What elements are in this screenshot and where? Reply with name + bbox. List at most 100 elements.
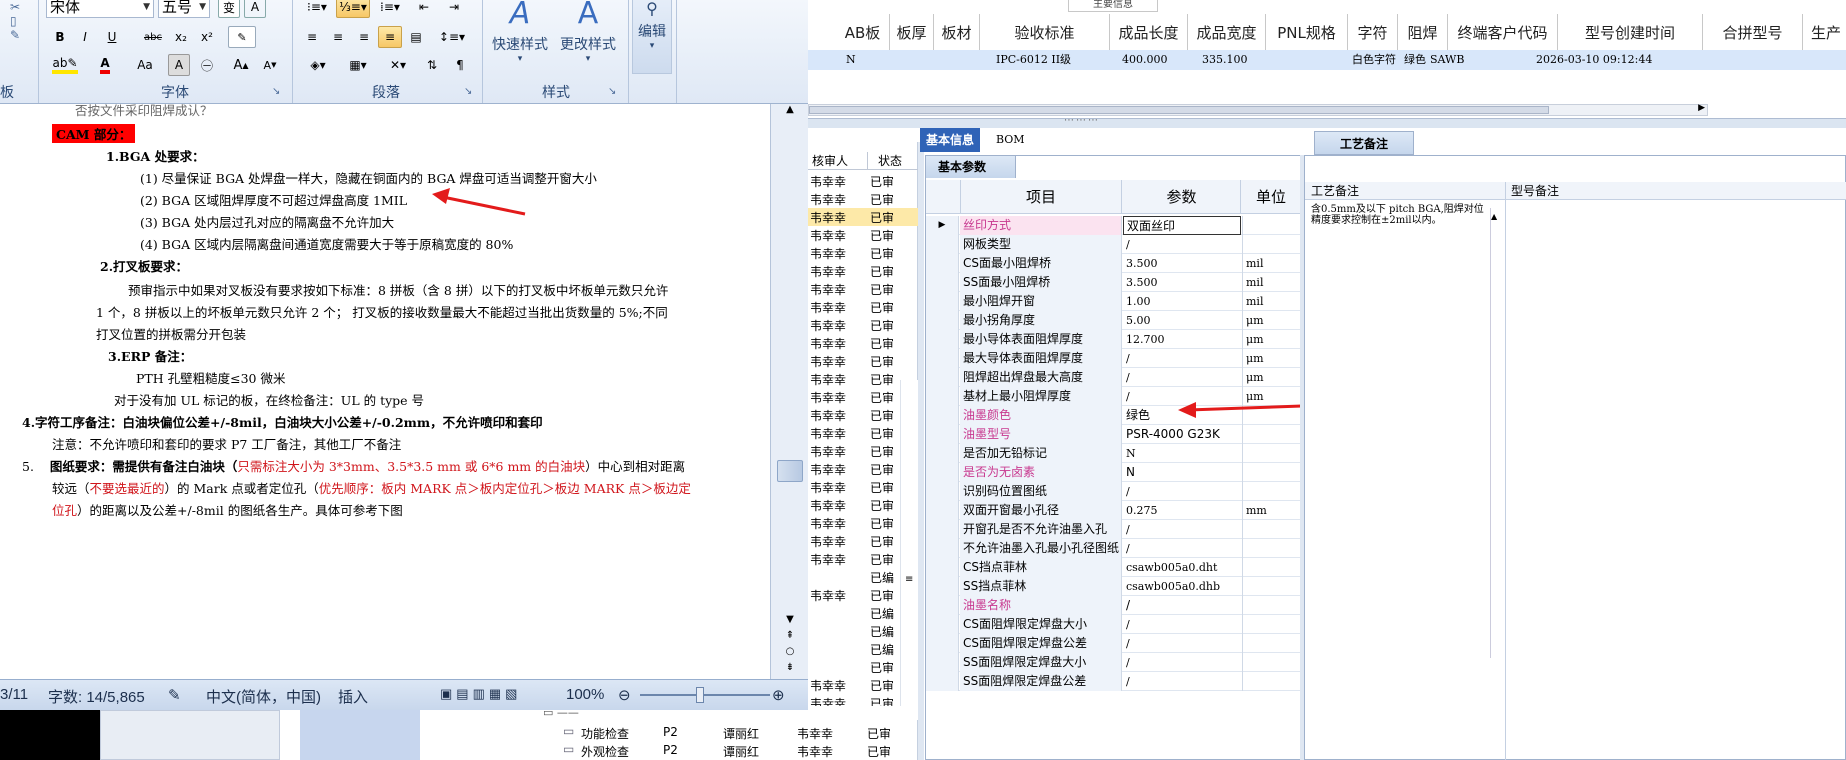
param-value[interactable]: / [1123,596,1241,615]
param-row[interactable]: ▶ 丝印方式 双面丝印 [926,216,1302,235]
splitter[interactable] [918,142,924,760]
multilevel-list-icon[interactable]: ⁞≡▾ [372,0,408,18]
document-page[interactable]: 否按文件采印阻焊成认？ CAM 部分： 1.BGA 处要求： (1) 尽量保证 … [0,104,770,679]
col-status[interactable]: 状态 [868,152,918,170]
font-color-button[interactable]: A [90,54,120,76]
col-mask[interactable]: 阻焊 [1398,14,1448,50]
param-row[interactable]: 双面开窗最小孔径 0.275 mm [926,501,1302,520]
word-count[interactable]: 字数: 14/5,865 [48,686,145,707]
param-row[interactable]: 不允许油墨入孔最小孔径图纸 / [926,539,1302,558]
list-item[interactable]: 韦幸幸 已审 [808,280,918,298]
align-center-icon[interactable]: ≡ [326,26,350,48]
font-name-combo[interactable]: 宋体 ▼ [46,0,154,18]
param-row[interactable]: SS挡点菲林 csawb005a0.dhb [926,577,1302,596]
page-count[interactable]: 3/11 [0,686,28,703]
list-scrollbar[interactable]: ≡ [900,380,918,720]
param-value[interactable]: / [1123,634,1241,653]
quick-styles-button[interactable]: A 快速样式 ▾ [486,0,554,64]
clear-format-icon[interactable]: ✎ [228,26,256,48]
list-item[interactable]: 韦幸幸 已审 [808,172,918,190]
horizontal-scrollbar[interactable]: ▶ [808,103,1708,116]
bullets-icon[interactable]: ⁝≡▾ [300,0,334,18]
param-row[interactable]: 网板类型 / [926,235,1302,254]
param-value[interactable]: N [1123,444,1241,463]
param-value[interactable]: / [1123,235,1241,254]
align-right-icon[interactable]: ≡ [352,26,376,48]
increase-indent-icon[interactable]: ⇥ [442,0,466,18]
tab-bom[interactable]: BOM [990,128,1031,152]
subscript-button[interactable]: x₂ [170,26,192,48]
list-item[interactable]: 韦幸幸 已审 [808,352,918,370]
param-row[interactable]: CS挡点菲林 csawb005a0.dht [926,558,1302,577]
param-row[interactable]: 油墨名称 / [926,596,1302,615]
param-value[interactable]: / [1123,349,1241,368]
scroll-right-icon[interactable]: ▶ [1698,103,1705,113]
list-item[interactable]: 韦幸幸 已审 [808,226,918,244]
scroll-thumb[interactable] [777,460,803,482]
grow-font-button[interactable]: A ▲ [228,54,254,76]
param-value[interactable]: PSR-4000 G23K [1123,425,1241,444]
highlight-button[interactable]: ab✎ [48,54,82,76]
view-buttons[interactable]: ▣▤▥▦▧ [440,686,521,702]
col-production[interactable]: 生产 [1803,14,1846,50]
param-row[interactable]: CS面最小阻焊桥 3.500 mil [926,254,1302,273]
change-styles-button[interactable]: A 更改样式 ▾ [554,0,622,64]
sort-icon[interactable]: ⇅ [420,54,444,76]
change-case-button[interactable]: Aa [128,54,162,76]
param-row[interactable]: 是否加无铅标记 N [926,444,1302,463]
bold-button[interactable]: B [50,26,70,48]
list-item[interactable]: 韦幸幸 已审 [808,334,918,352]
hscroll-thumb[interactable] [809,106,1549,114]
tree-item[interactable]: ▭ 功能检查 P2 谭丽红 韦幸幸 已审 [535,724,910,742]
param-value[interactable]: / [1123,482,1241,501]
align-left-icon[interactable]: ≡ [300,26,324,48]
param-row[interactable]: CS面阻焊限定焊盘大小 / [926,615,1302,634]
col-item[interactable]: 项目 [960,180,1122,214]
param-value[interactable]: / [1123,520,1241,539]
col-width[interactable]: 成品宽度 [1188,14,1266,50]
list-item[interactable]: 韦幸幸 已审 [808,244,918,262]
col-unit[interactable]: 单位 [1242,180,1300,214]
param-value[interactable]: 3.500 [1123,254,1241,273]
param-row[interactable]: 最小拐角厚度 5.00 μm [926,311,1302,330]
tab-basic-info[interactable]: 基本信息 [920,128,981,152]
param-value[interactable]: csawb005a0.dht [1123,558,1241,577]
underline-button[interactable]: U [100,26,124,48]
param-value[interactable]: N [1123,463,1241,482]
col-combined[interactable]: 合拼型号 [1703,14,1803,50]
italic-button[interactable]: I [75,26,95,48]
param-row[interactable]: 阻焊超出焊盘最大高度 / μm [926,368,1302,387]
enclose-char-icon[interactable]: ㊀ [196,54,218,76]
borders-icon[interactable]: ▦▾ [340,54,376,76]
param-value[interactable]: / [1123,368,1241,387]
scroll-up-icon[interactable]: ▲ [775,104,805,120]
param-value[interactable]: / [1123,653,1241,672]
param-row[interactable]: 油墨型号 PSR-4000 G23K [926,425,1302,444]
param-value[interactable]: / [1123,539,1241,558]
show-marks-icon[interactable]: ¶ [448,54,472,76]
col-model-note[interactable]: 型号备注 [1511,182,1559,200]
strikethrough-button[interactable]: abc [140,26,166,48]
proofing-icon[interactable]: ✎ [168,686,181,704]
zoom-level[interactable]: 100% [566,686,604,703]
param-row[interactable]: SS面最小阻焊桥 3.500 mil [926,273,1302,292]
zoom-slider[interactable] [640,694,770,696]
param-value[interactable]: 12.700 [1123,330,1241,349]
tab-basic-params[interactable]: 基本参数 [926,156,1016,178]
col-length[interactable]: 成品长度 [1110,14,1188,50]
param-row[interactable]: 最小阻焊开窗 1.00 mil [926,292,1302,311]
list-item[interactable]: 韦幸幸 已审 [808,262,918,280]
col-char[interactable]: 字符 [1348,14,1398,50]
paragraph-dialog-launcher-icon[interactable]: ↘ [464,86,472,97]
param-row[interactable]: 最小导体表面阻焊厚度 12.700 μm [926,330,1302,349]
splitter[interactable]: ⋯⋯⋯ [808,115,1846,128]
zoom-out-icon[interactable]: ⊖ [618,686,631,704]
shrink-font-button[interactable]: A ▼ [258,54,282,76]
language-indicator[interactable]: 中文(简体，中国) [206,686,321,707]
param-row[interactable]: SS面阻焊限定焊盘公差 / [926,672,1302,691]
param-value[interactable]: 5.00 [1123,311,1241,330]
param-value[interactable]: / [1123,672,1241,691]
list-item[interactable]: 韦幸幸 已审 [808,190,918,208]
edit-button[interactable]: ⚲ 编辑 ▾ [632,0,672,74]
param-row[interactable]: SS面阻焊限定焊盘大小 / [926,653,1302,672]
